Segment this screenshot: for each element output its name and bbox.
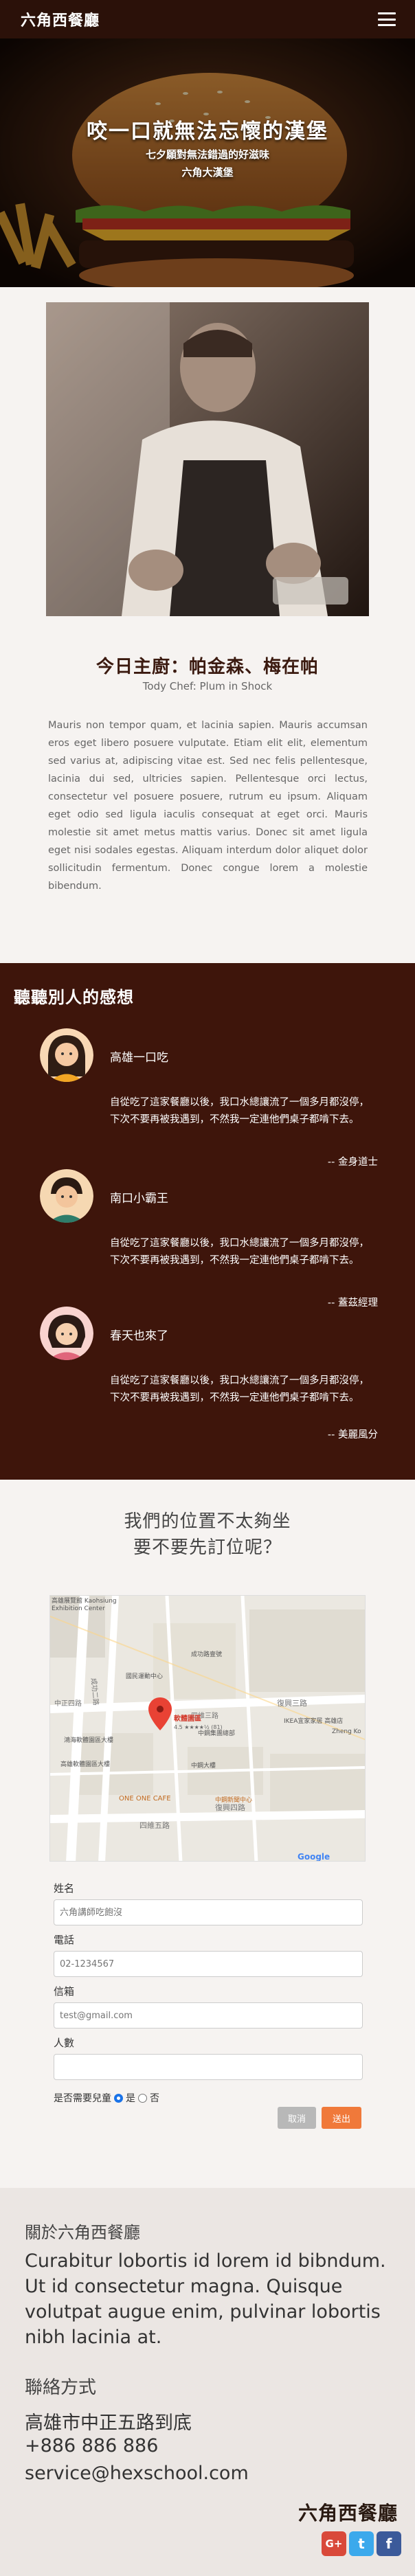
top-navbar: 六角西餐廳 (0, 0, 415, 38)
reservation-title: 我們的位置不太夠坐 要不要先訂位呢？ (0, 1509, 415, 1561)
google-logo: Google (298, 1852, 330, 1862)
name-input[interactable] (54, 1899, 363, 1925)
testimonials-section: 聽聽別人的感想 高雄一口吃 自從吃了這家餐廳以後，我口水總讓流了一個多月都沒停，… (0, 963, 415, 1480)
map-poi-label: 高雄展覽館 Kaohsiung (52, 1596, 117, 1605)
reservation-title-line: 要不要先訂位呢？ (133, 1537, 282, 1558)
phone-input[interactable] (54, 1951, 363, 1977)
about-text: Curabitur lobortis id lorem id bibndum. … (25, 2250, 386, 2348)
social-links: G+ t f (322, 2531, 401, 2556)
kids-chair-row: 是否需要兒童 是 否 (54, 2091, 363, 2105)
email-label: 信箱 (54, 1985, 75, 1998)
hero-banner: 咬一口就無法忘懷的漢堡 七夕願對無法錯過的好滋味 六角大漢堡 (0, 38, 415, 287)
map-street-label: 中正四路 (54, 1699, 82, 1708)
reviewer-name: 高雄一口吃 (110, 1051, 168, 1065)
avatar (40, 1307, 93, 1360)
review-text: 自從吃了這家餐廳以後，我口水總讓流了一個多月都沒停，下次不要再被我遇到，不然我一… (110, 1097, 369, 1125)
people-label: 人數 (54, 2037, 75, 2049)
reservation-form: 姓名 電話 信箱 人數 是否需要兒童 是 否 (54, 1881, 363, 2105)
map-street-label: 復興三路 (277, 1699, 307, 1708)
hamburger-bar (378, 18, 396, 21)
map-poi-label: 中鋼新聞中心 (215, 1796, 252, 1804)
hero-subtitle: 七夕願對無法錯過的好滋味 (145, 148, 269, 161)
contact-phone[interactable]: +886 886 886 (25, 2435, 158, 2456)
chef-bio: Mauris non tempor quam, et lacinia sapie… (48, 720, 368, 892)
map-poi-label: Exhibition Center (52, 1605, 105, 1612)
no-radio[interactable] (138, 2093, 147, 2103)
contact-heading: 聯絡方式 (25, 2377, 97, 2398)
map-poi-label: 成功路壹號 (191, 1650, 222, 1658)
map-poi-label: 國民運動中心 (126, 1672, 163, 1680)
map-poi-label: 高雄軟體園區大樓 (60, 1760, 110, 1768)
hamburger-bar (378, 24, 396, 26)
reviewer-name: 春天也來了 (110, 1329, 168, 1343)
email-input[interactable] (54, 2002, 363, 2029)
testimonials-heading: 聽聽別人的感想 (14, 988, 134, 1007)
review-signature: -- 美麗風分 (327, 1430, 378, 1440)
map-marker-rating: 4.5 ★★★★½ (81) (174, 1724, 223, 1730)
chef-title: 今日主廚：帕金森、梅在帕 (96, 657, 319, 677)
footer: 關於六角西餐廳 Curabitur lobortis id lorem id b… (0, 2188, 415, 2576)
facebook-icon[interactable]: f (377, 2531, 401, 2556)
map-street-label: 復興四路 (215, 1803, 245, 1812)
hamburger-menu-icon[interactable] (378, 12, 396, 26)
review-text: 自從吃了這家餐廳以後，我口水總讓流了一個多月都沒停，下次不要再被我遇到，不然我一… (110, 1238, 369, 1266)
hero-title: 咬一口就無法忘懷的漢堡 (87, 120, 328, 144)
contact-email[interactable]: service@hexschool.com (25, 2463, 249, 2484)
review-signature: -- 蓋茲經理 (327, 1298, 378, 1309)
yes-radio[interactable] (114, 2093, 123, 2103)
google-plus-icon[interactable]: G+ (322, 2531, 346, 2556)
location-map[interactable]: 高雄展覽館 Kaohsiung Exhibition Center 成功二路 復… (49, 1595, 366, 1862)
chef-photo (46, 302, 369, 616)
submit-button[interactable]: 送出 (322, 2107, 361, 2129)
no-radio-label: 否 (150, 2093, 159, 2104)
hero-subtitle: 六角大漢堡 (181, 166, 234, 179)
twitter-icon[interactable]: t (349, 2531, 374, 2556)
contact-address: 高雄市中正五路到底 (25, 2413, 192, 2434)
hero-text: 咬一口就無法忘懷的漢堡 七夕願對無法錯過的好滋味 六角大漢堡 (0, 114, 415, 180)
yes-radio-label: 是 (126, 2093, 135, 2104)
name-label: 姓名 (54, 1882, 75, 1895)
map-marker-label: 軟體園區 (174, 1714, 201, 1723)
phone-label: 電話 (54, 1934, 75, 1946)
chef-subtitle: Tody Chef: Plum in Shock (142, 680, 273, 692)
avatar (40, 1028, 93, 1082)
cancel-button[interactable]: 取消 (278, 2107, 316, 2129)
avatar (40, 1169, 93, 1223)
map-poi-label: ONE ONE CAFE (119, 1795, 171, 1803)
reviewer-name: 南口小霸王 (110, 1192, 168, 1206)
map-street-label: 四維五路 (139, 1821, 170, 1830)
about-heading: 關於六角西餐廳 (25, 2223, 140, 2242)
footer-brand: 六角西餐廳 (298, 2502, 398, 2524)
review-text: 自從吃了這家餐廳以後，我口水總讓流了一個多月都沒停，下次不要再被我遇到，不然我一… (110, 1375, 369, 1403)
hamburger-bar (378, 12, 396, 14)
kids-chair-label: 是否需要兒童 (54, 2093, 111, 2104)
map-poi-label: 中鋼大樓 (191, 1761, 216, 1770)
map-poi-label: IKEA宜家家居 高雄店 (284, 1717, 343, 1725)
map-poi-label: 鴻海軟體園區大樓 (64, 1736, 113, 1744)
people-input[interactable] (54, 2054, 363, 2080)
review-signature: -- 金身道士 (327, 1157, 378, 1168)
map-poi-label: Zheng Ko (332, 1728, 361, 1735)
reservation-title-line: 我們的位置不太夠坐 (124, 1511, 291, 1532)
brand-logo[interactable]: 六角西餐廳 (21, 8, 100, 30)
